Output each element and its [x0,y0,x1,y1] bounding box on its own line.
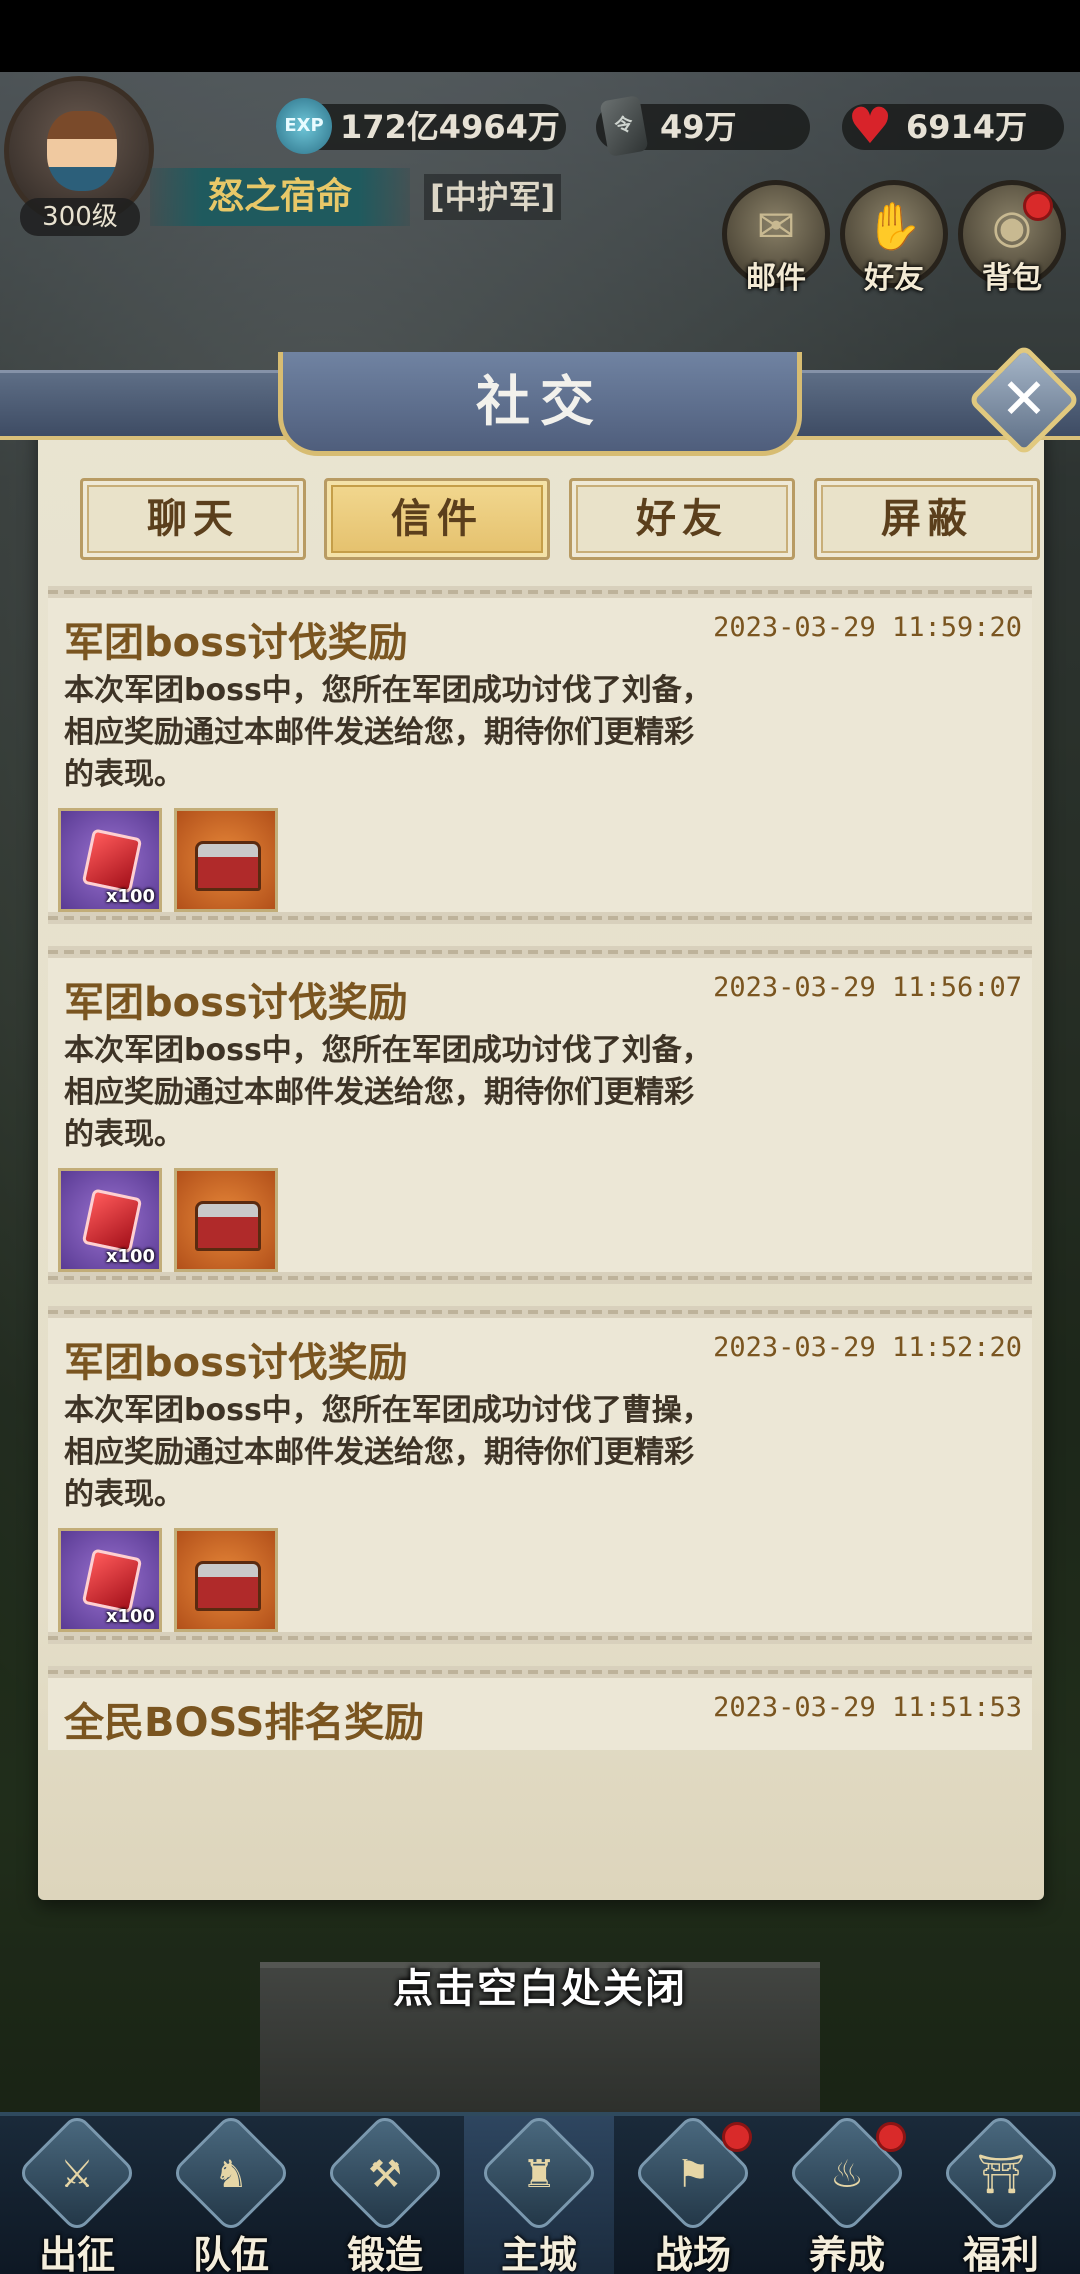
reward-item[interactable]: x100 [58,808,162,912]
status-bar [0,0,1080,72]
treasure-chest-icon [195,1201,261,1251]
mail-scroll-icon: ✉ [756,199,796,253]
mail-item[interactable]: 全民BOSS排名奖励 2023-03-29 11:51:53 [48,1666,1032,1750]
exp-value: 172亿4964万 [340,108,560,146]
close-icon: ✕ [1000,367,1048,432]
mail-shortcut-label: 邮件 [746,261,806,296]
nav-team[interactable]: ♞ 队伍 [156,2112,306,2274]
notification-dot [1023,191,1053,221]
mail-time: 2023-03-29 11:59:20 [713,612,1022,643]
heart-icon: ♥ [847,97,893,155]
handshake-icon: ✋ [865,199,923,253]
bottom-nav: ⚔ 出征 ♞ 队伍 ⚒ 锻造 ♜ 主城 ⚑ 战场 ♨ 养成 ⛩ 福利 [0,2112,1080,2274]
mail-item[interactable]: 军团boss讨伐奖励 2023-03-29 11:59:20 本次军团boss中… [48,586,1032,924]
treasure-chest-icon [195,1561,261,1611]
avatar-portrait [47,111,117,191]
hearts-counter: ♥ 6914万 [842,101,1064,151]
notification-dot [876,2122,906,2152]
mail-body-line: 相应奖励通过本邮件发送给您，期待你们更精彩 [64,1435,694,1470]
close-hint: 点击空白处关闭 [393,1966,687,2012]
nav-label: 养成 [808,2233,885,2274]
rank-tag: [中护军] [424,174,562,220]
friends-shortcut-label: 好友 [864,261,924,296]
nav-label: 主城 [500,2233,577,2274]
mail-item[interactable]: 军团boss讨伐奖励 2023-03-29 11:52:20 本次军团boss中… [48,1306,1032,1644]
reward-item[interactable]: x100 [58,1168,162,1272]
nav-label: 出征 [38,2233,115,2274]
red-gem-icon [81,1548,143,1614]
tab-friends[interactable]: 好友 [569,478,795,560]
panel-title: 社交 [278,352,802,456]
nav-label: 战场 [654,2233,731,2274]
exp-icon: EXP [276,98,332,154]
crossed-swords-icon: ⚔ [16,2112,138,2234]
nav-forge[interactable]: ⚒ 锻造 [310,2112,460,2274]
mail-time: 2023-03-29 11:52:20 [713,1332,1022,1363]
friends-shortcut-button[interactable]: ✋ 好友 [840,180,948,296]
reward-qty: x100 [105,1246,155,1267]
mail-body-line: 的表现。 [64,757,184,792]
exp-counter: EXP 172亿4964万 [276,98,566,154]
mail-time: 2023-03-29 11:51:53 [713,1692,1022,1723]
mail-title: 军团boss讨伐奖励 [64,1340,408,1386]
mail-body-line: 本次军团boss中，您所在军团成功讨伐了刘备， [64,673,712,708]
mail-body: 本次军团boss中，您所在军团成功讨伐了曹操， 相应奖励通过本邮件发送给您，期待… [64,1390,824,1516]
reward-item[interactable] [174,808,278,912]
nav-label: 队伍 [192,2233,269,2274]
mail-body-line: 的表现。 [64,1477,184,1512]
level-badge: 300级 [20,198,140,236]
bag-shortcut-label: 背包 [982,261,1042,296]
mail-title: 军团boss讨伐奖励 [64,620,408,666]
mail-body-line: 相应奖励通过本邮件发送给您，期待你们更精彩 [64,1075,694,1110]
player-name: 怒之宿命 [150,168,410,226]
ticket-value: 49万 [660,108,737,146]
castle-icon: ♜ [478,2112,600,2234]
mail-item[interactable]: 军团boss讨伐奖励 2023-03-29 11:56:07 本次军团boss中… [48,946,1032,1284]
nav-welfare[interactable]: ⛩ 福利 [926,2112,1076,2274]
mail-body-line: 的表现。 [64,1117,184,1152]
mail-title: 军团boss讨伐奖励 [64,980,408,1026]
mail-body-line: 本次军团boss中，您所在军团成功讨伐了刘备， [64,1033,712,1068]
mail-body: 本次军团boss中，您所在军团成功讨伐了刘备， 相应奖励通过本邮件发送给您，期待… [64,670,824,796]
reward-item[interactable]: x100 [58,1528,162,1632]
red-gem-icon [81,1188,143,1254]
hearts-value: 6914万 [906,108,1028,146]
tab-chat[interactable]: 聊天 [80,478,306,560]
nav-label: 福利 [962,2233,1039,2274]
nav-label: 锻造 [346,2233,423,2274]
mail-list[interactable]: 军团boss讨伐奖励 2023-03-29 11:59:20 本次军团boss中… [48,586,1032,1750]
tab-blocked[interactable]: 屏蔽 [814,478,1040,560]
mail-time: 2023-03-29 11:56:07 [713,972,1022,1003]
mail-body: 本次军团boss中，您所在军团成功讨伐了刘备， 相应奖励通过本邮件发送给您，期待… [64,1030,824,1156]
reward-item[interactable] [174,1168,278,1272]
reward-qty: x100 [105,886,155,907]
ticket-icon: 令 [599,94,649,158]
notification-dot [722,2122,752,2152]
reward-item[interactable] [174,1528,278,1632]
nav-develop[interactable]: ♨ 养成 [772,2112,922,2274]
bag-shortcut-button[interactable]: ◉ 背包 [958,180,1066,296]
gift-pavilion-icon: ⛩ [940,2112,1062,2234]
treasure-chest-icon [195,841,261,891]
nav-main-city[interactable]: ♜ 主城 [464,2112,614,2274]
tab-mail[interactable]: 信件 [324,478,550,560]
anvil-icon: ⚒ [324,2112,446,2234]
mail-shortcut-button[interactable]: ✉ 邮件 [722,180,830,296]
nav-expedition[interactable]: ⚔ 出征 [2,2112,152,2274]
ticket-counter: 令 49万 [596,94,810,158]
mail-title: 全民BOSS排名奖励 [64,1700,425,1746]
mail-body-line: 本次军团boss中，您所在军团成功讨伐了曹操， [64,1393,712,1428]
red-gem-icon [81,828,143,894]
reward-qty: x100 [105,1606,155,1627]
nav-battlefield[interactable]: ⚑ 战场 [618,2112,768,2274]
mail-body-line: 相应奖励通过本邮件发送给您，期待你们更精彩 [64,715,694,750]
helmet-icon: ♞ [170,2112,292,2234]
